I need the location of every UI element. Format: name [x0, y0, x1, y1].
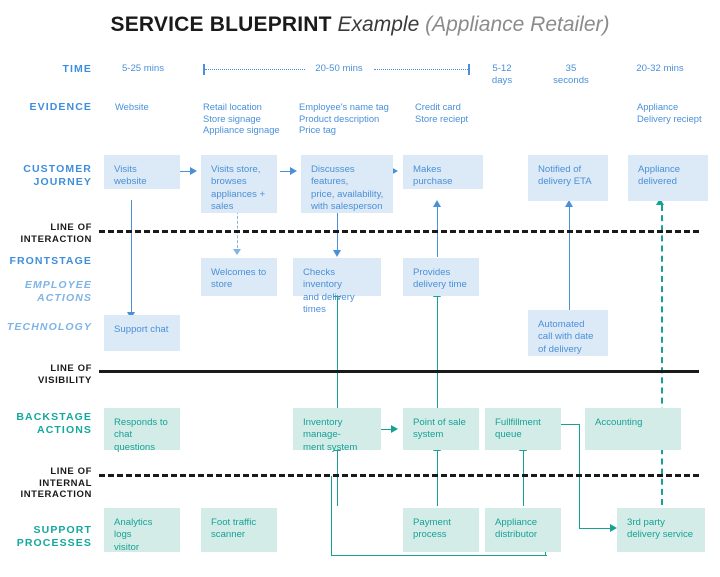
customer-journey-box-4[interactable]: Makes purchase	[403, 155, 483, 189]
row-label-support-processes: SUPPORT PROCESSES	[16, 524, 92, 549]
support-process-box-1[interactable]: Analytics logs visitor	[104, 508, 180, 553]
connector-pos-to-provides-delivery	[437, 296, 438, 408]
backstage-box-1-label: Responds to chat questions	[114, 417, 168, 453]
row-label-evidence: EVIDENCE	[29, 101, 92, 113]
divider-line-of-visibility	[99, 370, 699, 373]
time-bracket-dotted-left	[205, 69, 305, 70]
connector-website-to-support-chat	[131, 200, 132, 312]
row-label-frontstage: FRONTSTAGE	[9, 255, 92, 267]
support-process-box-2-label: Foot traffic scanner	[211, 517, 257, 541]
customer-journey-box-5[interactable]: Notified of delivery ETA	[528, 155, 608, 201]
backstage-box-4[interactable]: Fullfillment queue	[485, 408, 561, 450]
evidence-cell-5: Appliance Delivery reciept	[637, 101, 702, 124]
evidence-cell-2: Retail location Store signage Appliance …	[203, 101, 280, 136]
time-cell-1: 5-25 mins	[121, 63, 165, 74]
arrowhead-automated-call-to-notified	[565, 200, 573, 207]
support-process-box-4[interactable]: Appliance distributor	[485, 508, 561, 552]
customer-journey-box-2-label: Visits store, browses appliances + sales	[211, 164, 266, 213]
customer-journey-box-4-label: Makes purchase	[413, 164, 453, 188]
time-cell-5: 20-32 mins	[636, 63, 684, 74]
employee-action-box-2-label: Checks inventory and delivery times	[303, 267, 355, 316]
arrowhead-visits-store-to-welcomes	[233, 249, 241, 255]
row-label-backstage-actions: BACKSTAGE ACTIONS	[16, 411, 92, 436]
employee-action-box-1[interactable]: Welcomes to store	[201, 258, 277, 296]
time-cell-4: 35 seconds	[553, 63, 589, 86]
backstage-box-2-label: Inventory manage- ment system	[303, 417, 358, 453]
time-bracket-left-cap	[203, 64, 205, 75]
customer-journey-box-3-label: Discusses features, price, availability,…	[311, 164, 384, 213]
row-label-employee-actions: EMPLOYEE ACTIONS	[24, 279, 92, 304]
connector-fullfillment-to-3rd-party	[579, 528, 611, 529]
support-process-box-4-label: Appliance distributor	[495, 517, 538, 541]
technology-box-1[interactable]: Support chat	[104, 315, 180, 351]
connector-bottom-loop-horizontal	[331, 555, 547, 556]
row-label-technology: TECHNOLOGY	[6, 321, 92, 333]
support-process-box-3-label: Payment process	[413, 517, 451, 541]
connector-automated-call-to-notified	[569, 207, 570, 311]
evidence-cell-1: Website	[115, 101, 149, 112]
page-title: SERVICE BLUEPRINT Example (Appliance Ret…	[0, 12, 720, 38]
title-bold: SERVICE BLUEPRINT	[110, 13, 332, 36]
row-label-time: TIME	[62, 63, 92, 75]
time-cell-2: 20-50 mins	[315, 63, 363, 74]
time-bracket-right-cap	[468, 64, 470, 75]
divider-line-of-interaction	[99, 230, 699, 233]
customer-journey-box-5-label: Notified of delivery ETA	[538, 164, 592, 188]
backstage-box-1[interactable]: Responds to chat questions	[104, 408, 180, 453]
support-process-box-2[interactable]: Foot traffic scanner	[201, 508, 277, 552]
evidence-cell-4: Credit card Store reciept	[415, 101, 469, 124]
service-blueprint-canvas: SERVICE BLUEPRINT Example (Appliance Ret…	[0, 0, 720, 577]
connector-payment-to-inventory	[337, 450, 338, 506]
connector-distributor-to-fullfillment	[523, 450, 524, 506]
backstage-box-5[interactable]: Accounting	[585, 408, 681, 450]
support-process-box-3[interactable]: Payment process	[403, 508, 479, 552]
arrowhead-journey-1-to-2	[190, 167, 197, 175]
employee-action-box-2[interactable]: Checks inventory and delivery times	[293, 258, 381, 315]
title-italic: Example	[337, 13, 420, 36]
connector-bottom-loop-up	[331, 476, 332, 556]
row-label-line-of-internal-interaction: LINE OF INTERNAL INTERACTION	[20, 466, 92, 500]
connector-fullfillment-elbow-top	[560, 424, 580, 425]
arrowhead-inventory-to-pos	[391, 425, 398, 433]
arrowhead-discusses-to-checks-inventory	[333, 250, 341, 257]
time-bracket-dotted-right	[374, 69, 468, 70]
row-label-line-of-visibility: LINE OF VISIBILITY	[37, 363, 92, 386]
customer-journey-box-1-label: Visits website	[114, 164, 147, 188]
time-cell-3: 5-12 days	[491, 63, 513, 86]
customer-journey-box-3[interactable]: Discusses features, price, availability,…	[301, 155, 393, 213]
employee-action-box-3[interactable]: Provides delivery time	[403, 258, 479, 296]
divider-line-of-internal-interaction	[99, 474, 699, 477]
support-process-box-5-label: 3rd party delivery service	[627, 517, 694, 541]
technology-box-1-label: Support chat	[114, 324, 169, 335]
customer-journey-box-6[interactable]: Appliance delivered	[628, 155, 708, 201]
connector-inventory-system-to-checks-inventory	[337, 296, 338, 408]
backstage-box-3[interactable]: Point of sale system	[403, 408, 479, 450]
technology-box-2[interactable]: Automated call with date of delivery	[528, 310, 608, 356]
connector-3rd-party-to-appliance-delivered	[661, 205, 663, 505]
technology-box-2-label: Automated call with date of delivery	[538, 319, 594, 355]
employee-action-box-1-label: Welcomes to store	[211, 267, 267, 291]
row-label-customer-journey: CUSTOMER JOURNEY	[23, 163, 92, 188]
backstage-box-4-label: Fullfillment queue	[495, 417, 541, 441]
customer-journey-box-1[interactable]: Visits website	[104, 155, 180, 189]
customer-journey-box-6-label: Appliance delivered	[638, 164, 681, 188]
support-process-box-1-label: Analytics logs visitor	[114, 517, 153, 553]
backstage-box-3-label: Point of sale system	[413, 417, 466, 441]
evidence-cell-3: Employee's name tag Product description …	[299, 101, 389, 136]
support-process-box-5[interactable]: 3rd party delivery service	[617, 508, 705, 552]
row-label-line-of-interaction: LINE OF INTERACTION	[20, 222, 92, 245]
customer-journey-box-2[interactable]: Visits store, browses appliances + sales	[201, 155, 277, 213]
arrowhead-journey-2-to-3	[290, 167, 297, 175]
backstage-box-2[interactable]: Inventory manage- ment system	[293, 408, 381, 453]
employee-action-box-3-label: Provides delivery time	[413, 267, 467, 291]
connector-payment-process-to-pos	[437, 450, 438, 506]
backstage-box-5-label: Accounting	[595, 417, 643, 428]
title-subtitle: (Appliance Retailer)	[425, 13, 610, 36]
arrowhead-provides-delivery-to-makes-purchase	[433, 200, 441, 207]
arrowhead-fullfillment-to-3rd-party	[610, 524, 617, 532]
